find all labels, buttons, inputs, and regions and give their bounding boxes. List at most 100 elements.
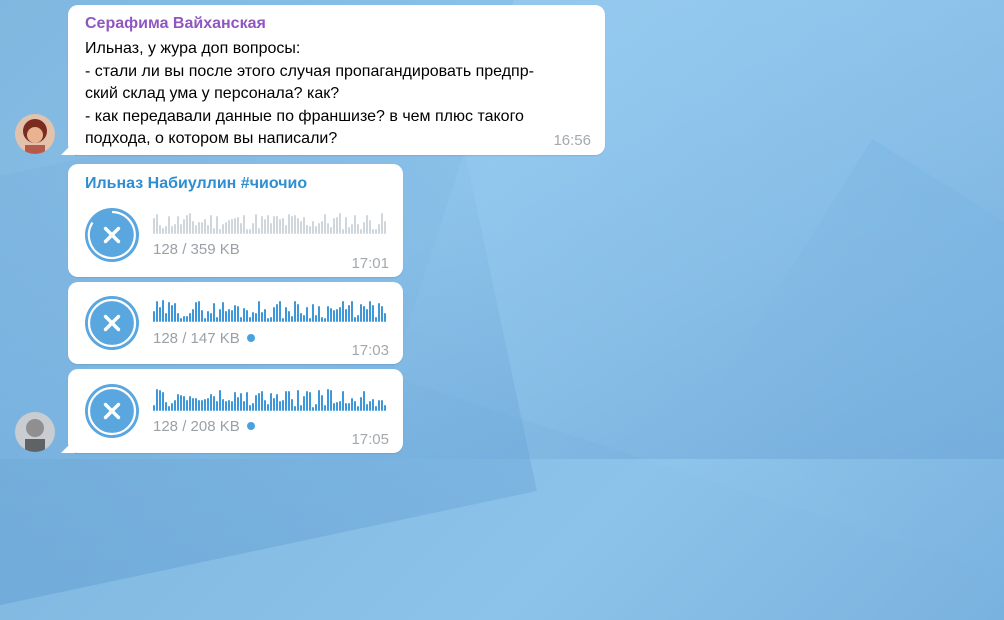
waveform-bar bbox=[198, 222, 200, 234]
waveform-bar bbox=[258, 393, 260, 411]
waveform-bar bbox=[168, 302, 170, 322]
waveform-bar bbox=[276, 394, 278, 411]
waveform-bar bbox=[261, 391, 263, 411]
waveform-bar bbox=[249, 229, 251, 234]
waveform-bar bbox=[324, 405, 326, 411]
waveform-bar bbox=[348, 227, 350, 234]
cancel-download-button[interactable] bbox=[85, 384, 139, 438]
waveform-bar bbox=[348, 305, 350, 322]
sender-name[interactable]: Серафима Вайханская bbox=[85, 15, 266, 33]
waveform[interactable] bbox=[153, 387, 387, 411]
cancel-download-button[interactable] bbox=[85, 208, 139, 262]
waveform-bar bbox=[222, 224, 224, 234]
waveform-bar bbox=[339, 401, 341, 411]
waveform-bar bbox=[228, 400, 230, 411]
waveform-bar bbox=[372, 305, 374, 322]
waveform-bar bbox=[192, 398, 194, 411]
sender-name[interactable]: Ильназ Набиуллин #чиочио bbox=[85, 175, 307, 193]
waveform-bar bbox=[276, 304, 278, 322]
waveform-bar bbox=[174, 400, 176, 411]
waveform-bar bbox=[327, 306, 329, 322]
waveform-bar bbox=[336, 309, 338, 322]
waveform-bar bbox=[180, 318, 182, 322]
waveform-bar bbox=[282, 318, 284, 322]
waveform-bar bbox=[228, 220, 230, 234]
waveform-bar bbox=[378, 303, 380, 322]
waveform-bar bbox=[381, 400, 383, 411]
waveform-bar bbox=[360, 229, 362, 234]
waveform-bar bbox=[171, 403, 173, 411]
waveform-bar bbox=[345, 403, 347, 411]
waveform-bar bbox=[186, 400, 188, 411]
waveform-bar bbox=[369, 220, 371, 234]
waveform-bar bbox=[300, 313, 302, 322]
waveform-bar bbox=[354, 317, 356, 322]
waveform-bar bbox=[318, 223, 320, 234]
avatar-serafima[interactable] bbox=[15, 114, 55, 154]
waveform-bar bbox=[384, 405, 386, 411]
waveform-bar bbox=[351, 398, 353, 411]
waveform-bar bbox=[303, 217, 305, 234]
waveform-bar bbox=[177, 216, 179, 234]
waveform-bar bbox=[201, 222, 203, 234]
waveform-bar bbox=[216, 317, 218, 322]
waveform-bar bbox=[315, 315, 317, 322]
waveform-bar bbox=[336, 402, 338, 411]
waveform-bar bbox=[321, 221, 323, 234]
waveform-bar bbox=[252, 312, 254, 322]
waveform-bar bbox=[369, 401, 371, 411]
waveform-bar bbox=[321, 317, 323, 322]
waveform-bar bbox=[375, 317, 377, 322]
waveform-bar bbox=[198, 301, 200, 322]
waveform-bar bbox=[168, 216, 170, 234]
waveform[interactable] bbox=[153, 298, 387, 322]
waveform[interactable] bbox=[153, 210, 387, 234]
waveform-bar bbox=[375, 406, 377, 411]
waveform-bar bbox=[195, 398, 197, 411]
waveform-bar bbox=[330, 308, 332, 322]
waveform-bar bbox=[264, 219, 266, 234]
waveform-bar bbox=[372, 399, 374, 411]
waveform-bar bbox=[201, 310, 203, 322]
waveform-bar bbox=[171, 226, 173, 234]
waveform-bar bbox=[306, 307, 308, 322]
waveform-bar bbox=[219, 309, 221, 322]
waveform-bar bbox=[273, 307, 275, 322]
waveform-bar bbox=[225, 311, 227, 322]
waveform-bar bbox=[366, 309, 368, 322]
waveform-bar bbox=[222, 399, 224, 411]
waveform-bar bbox=[231, 310, 233, 322]
waveform-bar bbox=[294, 406, 296, 411]
waveform-bar bbox=[177, 313, 179, 322]
waveform-bar bbox=[366, 404, 368, 411]
voice-message: 128 / 147 KB 17:03 bbox=[68, 282, 403, 364]
waveform-bar bbox=[249, 317, 251, 322]
waveform-bar bbox=[363, 391, 365, 411]
waveform-bar bbox=[234, 392, 236, 411]
waveform-bar bbox=[294, 301, 296, 322]
waveform-bar bbox=[216, 216, 218, 234]
waveform-bar bbox=[300, 405, 302, 411]
avatar-ilnaz[interactable] bbox=[15, 412, 55, 452]
message-time: 17:01 bbox=[351, 255, 389, 272]
waveform-bar bbox=[195, 302, 197, 322]
waveform-bar bbox=[264, 309, 266, 322]
unread-dot bbox=[246, 422, 255, 430]
waveform-bar bbox=[342, 301, 344, 322]
waveform-bar bbox=[336, 217, 338, 234]
waveform-bar bbox=[153, 311, 155, 322]
message-time: 17:03 bbox=[351, 342, 389, 359]
waveform-bar bbox=[216, 401, 218, 411]
waveform-bar bbox=[261, 312, 263, 322]
waveform-bar bbox=[273, 216, 275, 234]
waveform-bar bbox=[330, 227, 332, 234]
waveform-bar bbox=[315, 404, 317, 411]
waveform-bar bbox=[246, 310, 248, 322]
waveform-bar bbox=[252, 403, 254, 411]
waveform-bar bbox=[156, 389, 158, 411]
waveform-bar bbox=[243, 215, 245, 234]
waveform-bar bbox=[282, 218, 284, 234]
unread-dot bbox=[246, 334, 255, 342]
waveform-bar bbox=[219, 390, 221, 411]
cancel-download-button[interactable] bbox=[85, 296, 139, 350]
